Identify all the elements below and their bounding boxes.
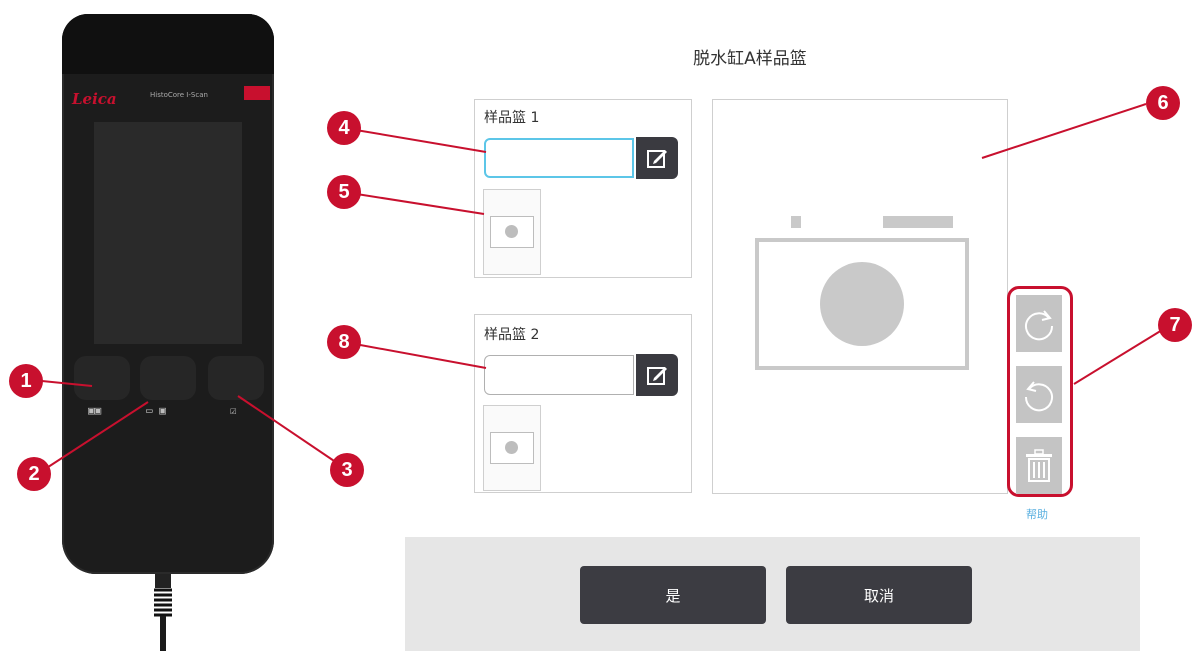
- edit-icon: [647, 150, 667, 168]
- scanner-screen: [94, 122, 242, 344]
- scanner-head: [62, 14, 274, 74]
- rotate-clockwise-icon: [1025, 309, 1054, 340]
- callout-7: 7: [1158, 308, 1192, 342]
- camera-placeholder-icon: [490, 432, 534, 464]
- rotate-counterclockwise-icon: [1024, 380, 1053, 411]
- basket-1-photo-thumbnail[interactable]: [483, 189, 541, 275]
- scanner-model-label: HistoCore I-Scan: [150, 91, 208, 99]
- callout-8: 8: [327, 325, 361, 359]
- basket-2-label: 样品篮 2: [484, 327, 540, 343]
- rotate-counterclockwise-button[interactable]: [1016, 366, 1062, 423]
- trash-icon: [1026, 448, 1052, 482]
- callout-5: 5: [327, 175, 361, 209]
- camera-placeholder-icon: [755, 216, 969, 370]
- dialog-title: 脱水缸A样品篮: [693, 49, 807, 69]
- callout-6: 6: [1146, 86, 1180, 120]
- scanner-brand-logo: Leica: [72, 90, 117, 108]
- callout-2: 2: [17, 457, 51, 491]
- callout-3: 3: [330, 453, 364, 487]
- confirm-icon: ☑: [230, 404, 237, 417]
- basket-1-name-input[interactable]: [484, 138, 634, 178]
- delete-photo-button[interactable]: [1016, 437, 1062, 494]
- cancel-button[interactable]: 取消: [786, 566, 972, 624]
- photo-preview-panel: [712, 99, 1008, 494]
- camera-placeholder-icon: [490, 216, 534, 248]
- basket-2-name-input[interactable]: [484, 355, 634, 395]
- scanner-softkey-right[interactable]: [208, 356, 264, 400]
- rotate-clockwise-button[interactable]: [1016, 295, 1062, 352]
- photo-scan-icon: ▭ ▣: [146, 404, 166, 417]
- scanner-status-light: [244, 86, 270, 100]
- basket-1-label: 样品篮 1: [484, 110, 540, 126]
- scan-barcode-icon: ▣▣: [88, 404, 102, 417]
- edit-icon: [647, 367, 667, 385]
- help-link[interactable]: 帮助: [1026, 506, 1048, 522]
- basket-2-edit-button[interactable]: [636, 354, 678, 396]
- dialog-footer: [405, 537, 1140, 651]
- ok-button[interactable]: 是: [580, 566, 766, 624]
- basket-2-photo-thumbnail[interactable]: [483, 405, 541, 491]
- cable-icon: [154, 574, 172, 651]
- scanner-softkey-middle[interactable]: [140, 356, 196, 400]
- callout-1: 1: [9, 364, 43, 398]
- basket-1-edit-button[interactable]: [636, 137, 678, 179]
- callout-4: 4: [327, 111, 361, 145]
- scanner-softkey-left[interactable]: [74, 356, 130, 400]
